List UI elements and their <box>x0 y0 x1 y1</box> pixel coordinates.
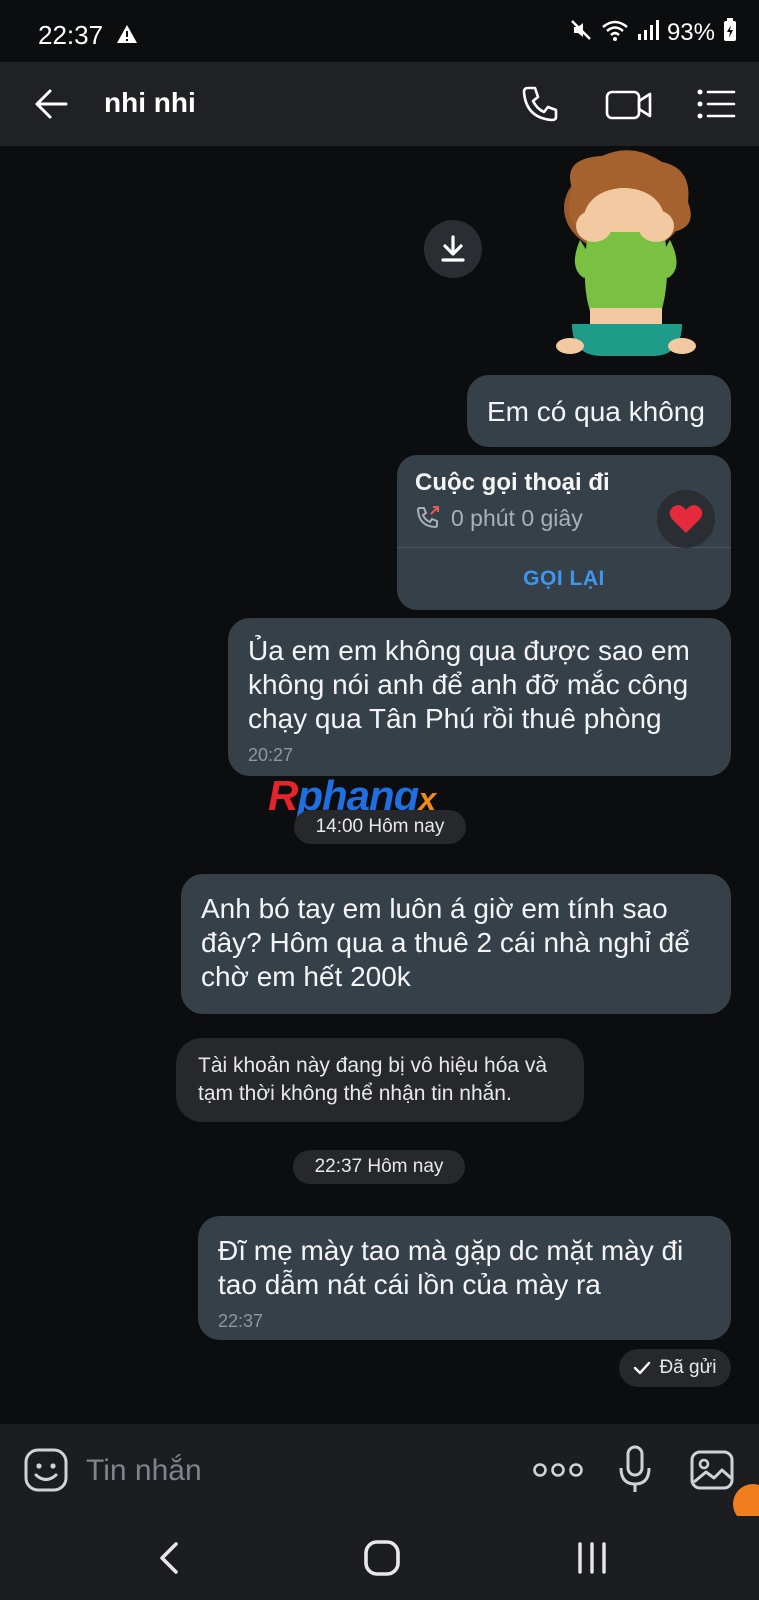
more-options-button[interactable] <box>532 1456 584 1484</box>
sent-status-label: Đã gửi <box>659 1357 717 1378</box>
voice-call-button[interactable] <box>518 82 562 126</box>
callback-button[interactable]: GỌI LẠI <box>397 548 731 610</box>
message-input[interactable] <box>84 1448 508 1494</box>
system-notice: Tài khoản này đang bị vô hiệu hóa và tạm… <box>176 1038 584 1122</box>
status-time: 22:37 <box>38 20 104 50</box>
callback-label: GỌI LẠI <box>523 567 605 590</box>
check-icon <box>634 1361 651 1375</box>
battery-percent: 93% <box>666 18 715 46</box>
emoji-button[interactable] <box>22 1446 70 1494</box>
battery-icon <box>723 18 737 47</box>
message-bubble-outgoing[interactable]: Ủa em em không qua được sao em không nói… <box>228 618 731 776</box>
download-icon <box>441 235 465 262</box>
nav-recents-button[interactable] <box>570 1536 614 1580</box>
sticker-face-icon <box>24 1448 68 1492</box>
outgoing-call-icon <box>415 505 441 536</box>
download-button[interactable] <box>424 220 482 278</box>
nav-home-button[interactable] <box>360 1536 404 1580</box>
crying-boy-sticker[interactable] <box>532 148 712 364</box>
contact-name[interactable]: nhi nhi <box>104 87 196 119</box>
heart-icon <box>669 505 703 533</box>
more-dots-icon <box>533 1463 583 1477</box>
message-bubble-outgoing[interactable]: Anh bó tay em luôn á giờ em tính sao đây… <box>181 874 731 1014</box>
status-icons: 93% <box>569 18 737 47</box>
system-nav-bar <box>0 1516 759 1600</box>
message-text: Ủa em em không qua được sao em không nói… <box>248 635 690 734</box>
message-time: 20:27 <box>248 745 294 765</box>
gallery-button[interactable] <box>688 1446 736 1494</box>
wifi-icon <box>601 18 629 47</box>
sent-status: Đã gửi <box>619 1349 731 1387</box>
mute-icon <box>569 18 593 47</box>
video-camera-icon <box>605 90 652 120</box>
chat-menu-button[interactable] <box>694 82 738 126</box>
video-call-button[interactable] <box>604 82 654 126</box>
phone-icon <box>522 86 558 122</box>
message-text: Anh bó tay em luôn á giờ em tính sao đây… <box>201 893 690 992</box>
heart-reaction[interactable] <box>657 490 715 548</box>
arrow-left-icon <box>35 89 68 119</box>
status-bar: 22:37 93% <box>0 0 759 62</box>
message-bubble-outgoing[interactable]: Em có qua không <box>467 375 731 447</box>
back-button[interactable] <box>30 82 74 126</box>
microphone-icon <box>619 1445 651 1492</box>
chat-header: nhi nhi <box>0 62 759 146</box>
nav-back-button[interactable] <box>150 1536 190 1580</box>
message-text: Em có qua không <box>487 396 705 427</box>
chevron-left-icon <box>160 1542 178 1574</box>
warning-icon <box>116 24 138 49</box>
voice-record-button[interactable] <box>618 1444 652 1496</box>
image-icon <box>690 1450 734 1490</box>
home-icon <box>364 1540 400 1576</box>
message-input-bar <box>0 1424 759 1516</box>
message-time: 22:37 <box>218 1311 264 1331</box>
list-menu-icon <box>697 89 736 119</box>
date-separator: 14:00 Hôm nay <box>294 810 466 844</box>
date-separator: 22:37 Hôm nay <box>293 1150 465 1184</box>
message-text: Đĩ mẹ mày tao mà gặp dc mặt mày đi tao d… <box>218 1235 684 1300</box>
call-title: Cuộc gọi thoại đi <box>415 469 610 496</box>
system-notice-text: Tài khoản này đang bị vô hiệu hóa và tạm… <box>198 1054 548 1105</box>
call-duration: 0 phút 0 giây <box>451 505 583 531</box>
signal-icon <box>637 19 659 46</box>
recents-icon <box>578 1542 606 1574</box>
message-bubble-outgoing[interactable]: Đĩ mẹ mày tao mà gặp dc mặt mày đi tao d… <box>198 1216 731 1340</box>
